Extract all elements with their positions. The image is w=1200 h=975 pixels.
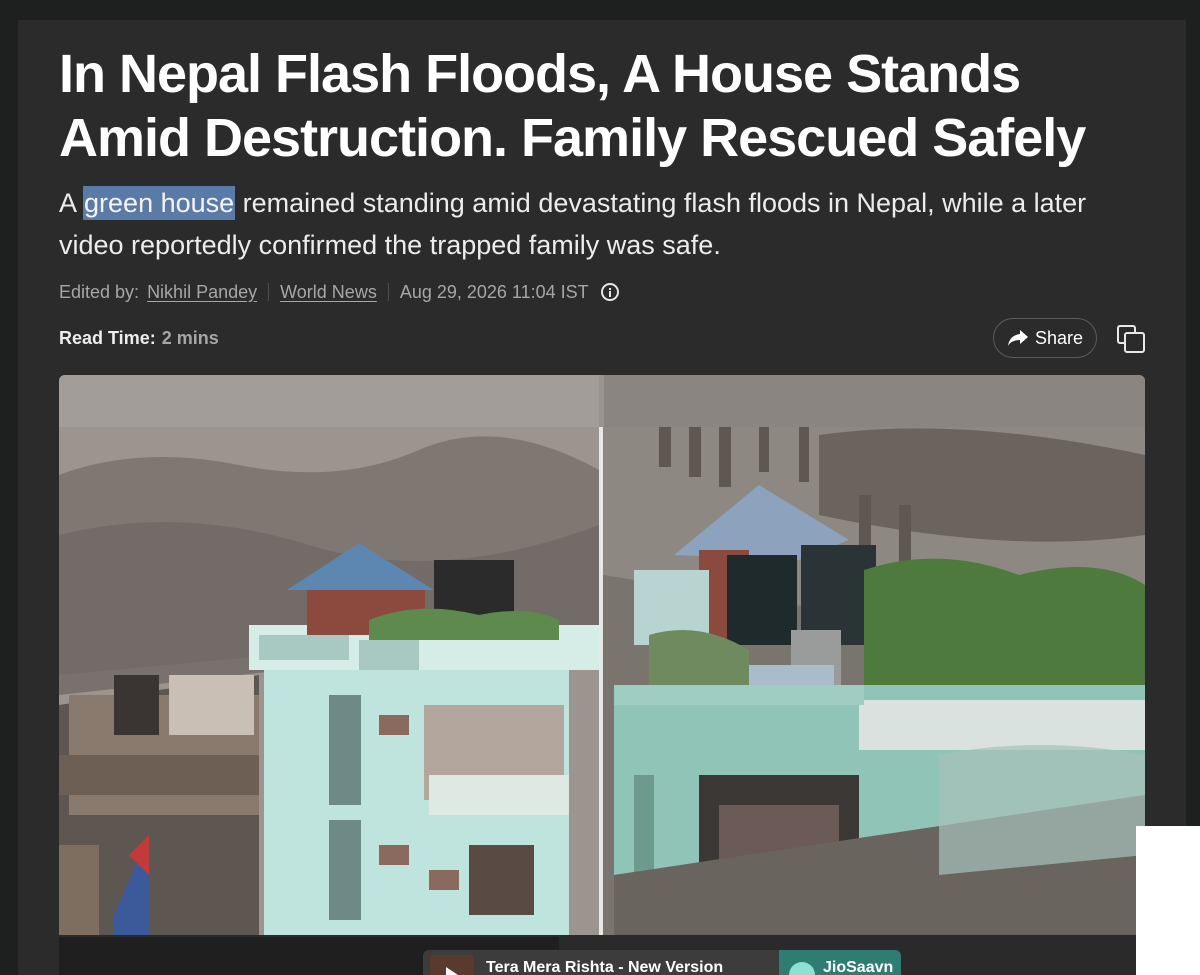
meta-divider bbox=[268, 283, 270, 301]
editor-link[interactable]: Nikhil Pandey bbox=[147, 282, 257, 303]
summary-prefix: A bbox=[59, 188, 84, 218]
brand-logo-icon bbox=[789, 962, 815, 975]
hero-image[interactable] bbox=[59, 375, 1145, 975]
read-time: Read Time: 2 mins bbox=[59, 328, 219, 349]
player-track-title: Tera Mera Rishta - New Version bbox=[486, 959, 724, 975]
player-brand-badge[interactable]: JioSaavn bbox=[779, 950, 901, 975]
player-brand-name: JioSaavn bbox=[823, 959, 894, 975]
headline: In Nepal Flash Floods, A House Stands Am… bbox=[59, 42, 1159, 170]
category-link[interactable]: World News bbox=[280, 282, 377, 303]
left-photo-panel bbox=[59, 427, 599, 945]
headline-line-1: In Nepal Flash Floods, A House Stands bbox=[59, 44, 1021, 104]
music-player-bar[interactable]: Tera Mera Rishta - New Version JioSaavn bbox=[423, 950, 901, 975]
ad-slot bbox=[1136, 826, 1200, 975]
copy-icon[interactable] bbox=[1116, 324, 1146, 354]
summary-highlight: green house bbox=[83, 186, 236, 220]
right-photo-panel bbox=[603, 427, 1145, 935]
read-time-label: Read Time: bbox=[59, 328, 156, 348]
publish-timestamp: Aug 29, 2026 11:04 IST bbox=[399, 281, 589, 302]
share-button[interactable]: Share bbox=[993, 318, 1097, 358]
play-icon[interactable] bbox=[430, 955, 474, 975]
share-arrow-icon bbox=[1007, 328, 1029, 348]
article-meta: Edited by: Nikhil Pandey World News Aug … bbox=[59, 280, 619, 304]
article-summary: A green house remained standing amid dev… bbox=[59, 182, 1139, 266]
read-time-value: 2 mins bbox=[161, 328, 219, 348]
headline-line-2: Amid Destruction. Family Rescued Safely bbox=[59, 108, 1086, 168]
share-label: Share bbox=[1034, 327, 1084, 348]
edited-by-label: Edited by: bbox=[59, 281, 140, 302]
meta-divider bbox=[387, 283, 389, 301]
info-icon[interactable] bbox=[600, 283, 619, 301]
page: In Nepal Flash Floods, A House Stands Am… bbox=[0, 0, 1200, 975]
